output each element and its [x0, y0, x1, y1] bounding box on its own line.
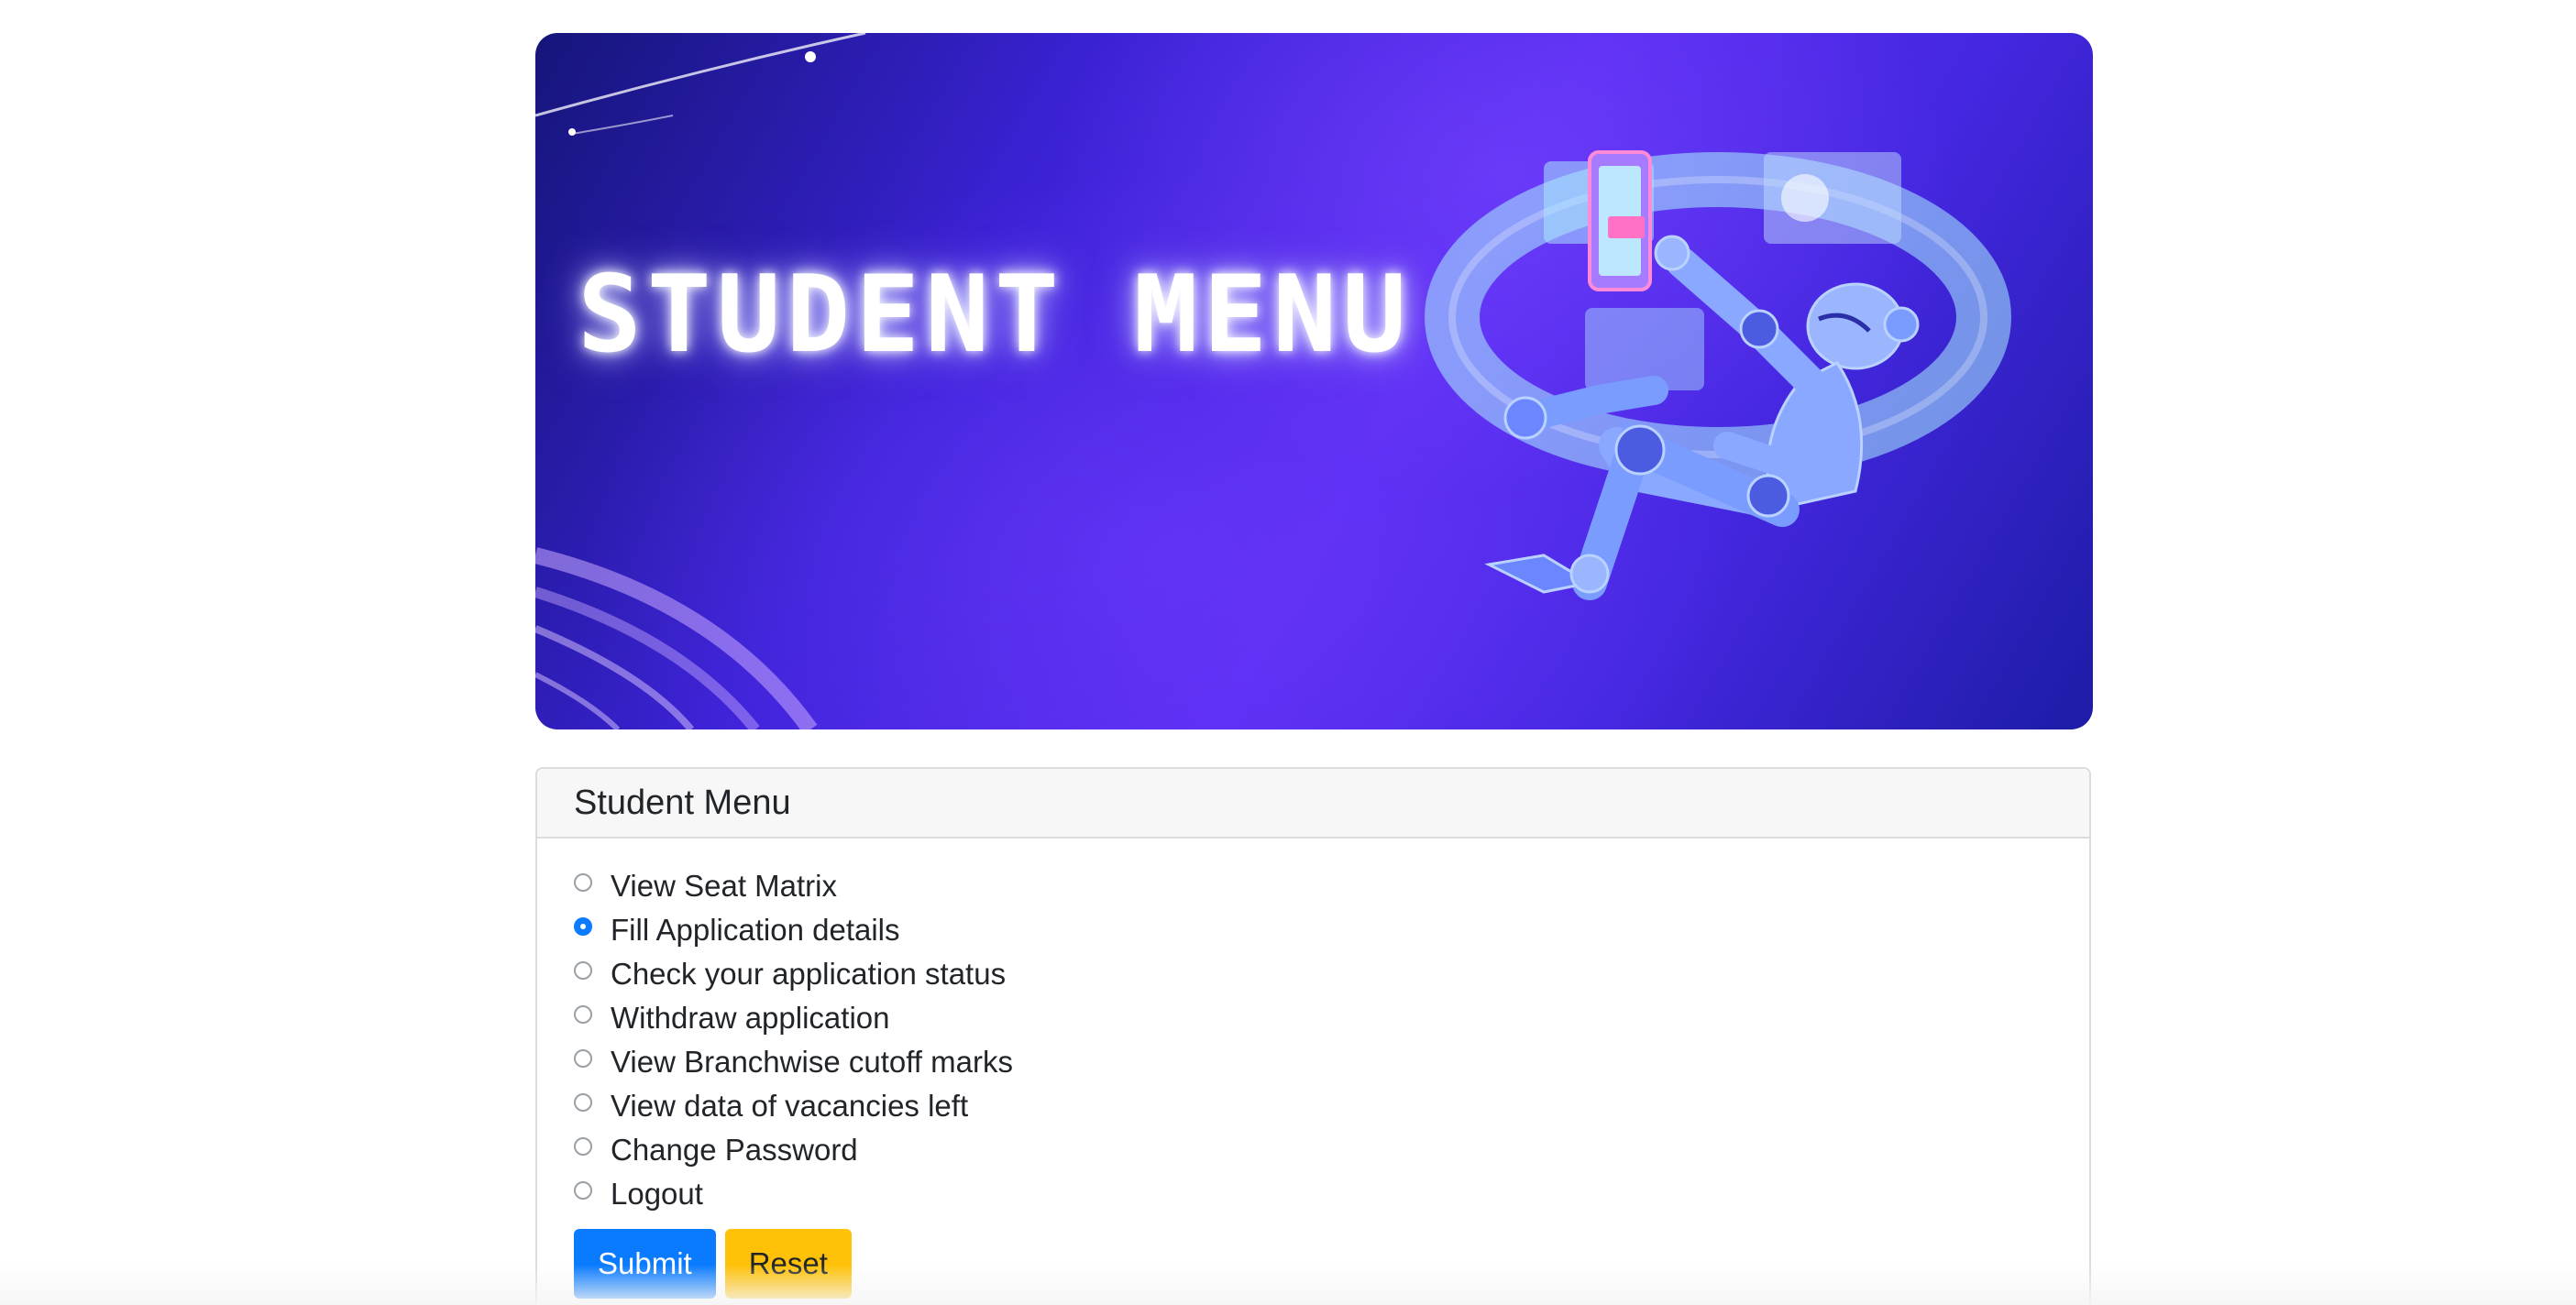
banner-decoration [535, 33, 2011, 729]
phone-illustration [1588, 150, 1652, 291]
option-label: Withdraw application [611, 1001, 890, 1035]
option-label: View Seat Matrix [611, 869, 837, 903]
radio-button[interactable] [574, 1005, 592, 1024]
option-label: Fill Application details [611, 913, 900, 947]
form-buttons: Submit Reset [574, 1229, 2053, 1299]
card-header: Student Menu [537, 769, 2089, 839]
option-view-vacancies-left[interactable]: View data of vacancies left [574, 1084, 2053, 1128]
radio-button[interactable] [574, 873, 592, 892]
submit-button[interactable]: Submit [574, 1229, 716, 1299]
option-fill-application-details[interactable]: Fill Application details [574, 908, 2053, 952]
option-withdraw-application[interactable]: Withdraw application [574, 996, 2053, 1040]
option-label: Change Password [611, 1133, 858, 1167]
radio-button[interactable] [574, 1137, 592, 1156]
student-menu-form: View Seat Matrix Fill Application detail… [574, 864, 2053, 1299]
option-view-seat-matrix[interactable]: View Seat Matrix [574, 864, 2053, 908]
option-label: Logout [611, 1177, 703, 1211]
radio-button-selected[interactable] [574, 917, 592, 936]
radio-button[interactable] [574, 1049, 592, 1068]
option-label: View Branchwise cutoff marks [611, 1045, 1013, 1079]
radio-button[interactable] [574, 1181, 592, 1200]
option-change-password[interactable]: Change Password [574, 1128, 2053, 1172]
reset-button[interactable]: Reset [724, 1229, 852, 1299]
radio-button[interactable] [574, 961, 592, 980]
card-body: View Seat Matrix Fill Application detail… [537, 839, 2089, 1299]
option-label: Check your application status [611, 957, 1007, 991]
option-label: View data of vacancies left [611, 1089, 969, 1123]
option-check-application-status[interactable]: Check your application status [574, 952, 2053, 996]
option-view-branchwise-cutoff[interactable]: View Branchwise cutoff marks [574, 1040, 2053, 1084]
student-menu-banner: STUDENT MENU [535, 33, 2093, 729]
banner-title: STUDENT MENU [578, 253, 1413, 377]
page: STUDENT MENU Student Menu View Seat Matr… [0, 0, 2576, 1305]
student-menu-card: Student Menu View Seat Matrix Fill Appli… [535, 767, 2091, 1305]
radio-button[interactable] [574, 1093, 592, 1112]
robot-illustration [1484, 235, 1920, 600]
option-logout[interactable]: Logout [574, 1172, 2053, 1216]
